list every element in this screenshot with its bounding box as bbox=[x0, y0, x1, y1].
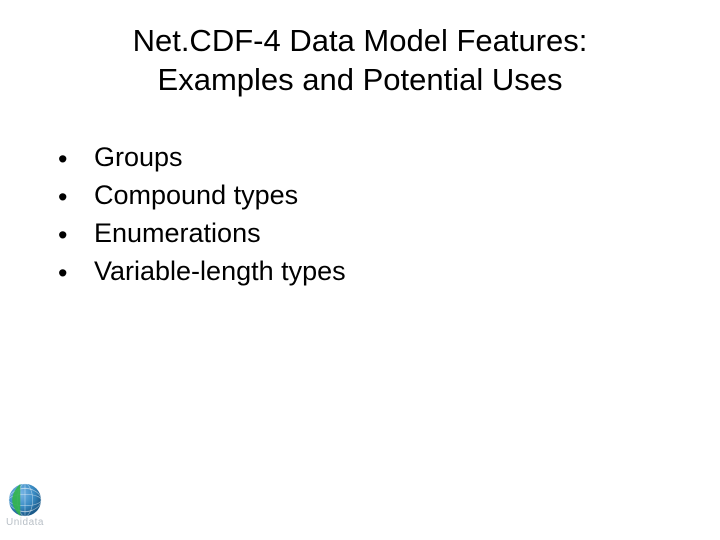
bullet-icon: • bbox=[58, 184, 94, 211]
slide-title: Net.CDF-4 Data Model Features: Examples … bbox=[0, 22, 720, 100]
list-item: • Enumerations bbox=[58, 216, 346, 251]
bullet-text: Groups bbox=[94, 140, 183, 175]
unidata-logo: Unidata bbox=[6, 481, 44, 528]
list-item: • Compound types bbox=[58, 178, 346, 213]
bullet-icon: • bbox=[58, 260, 94, 287]
list-item: • Variable-length types bbox=[58, 254, 346, 289]
globe-icon bbox=[6, 481, 44, 519]
title-line-1: Net.CDF-4 Data Model Features: bbox=[60, 22, 660, 61]
list-item: • Groups bbox=[58, 140, 346, 175]
bullet-text: Enumerations bbox=[94, 216, 261, 251]
bullet-text: Variable-length types bbox=[94, 254, 346, 289]
bullet-icon: • bbox=[58, 222, 94, 249]
bullet-list: • Groups • Compound types • Enumerations… bbox=[58, 140, 346, 292]
bullet-text: Compound types bbox=[94, 178, 298, 213]
title-line-2: Examples and Potential Uses bbox=[60, 61, 660, 100]
bullet-icon: • bbox=[58, 146, 94, 173]
